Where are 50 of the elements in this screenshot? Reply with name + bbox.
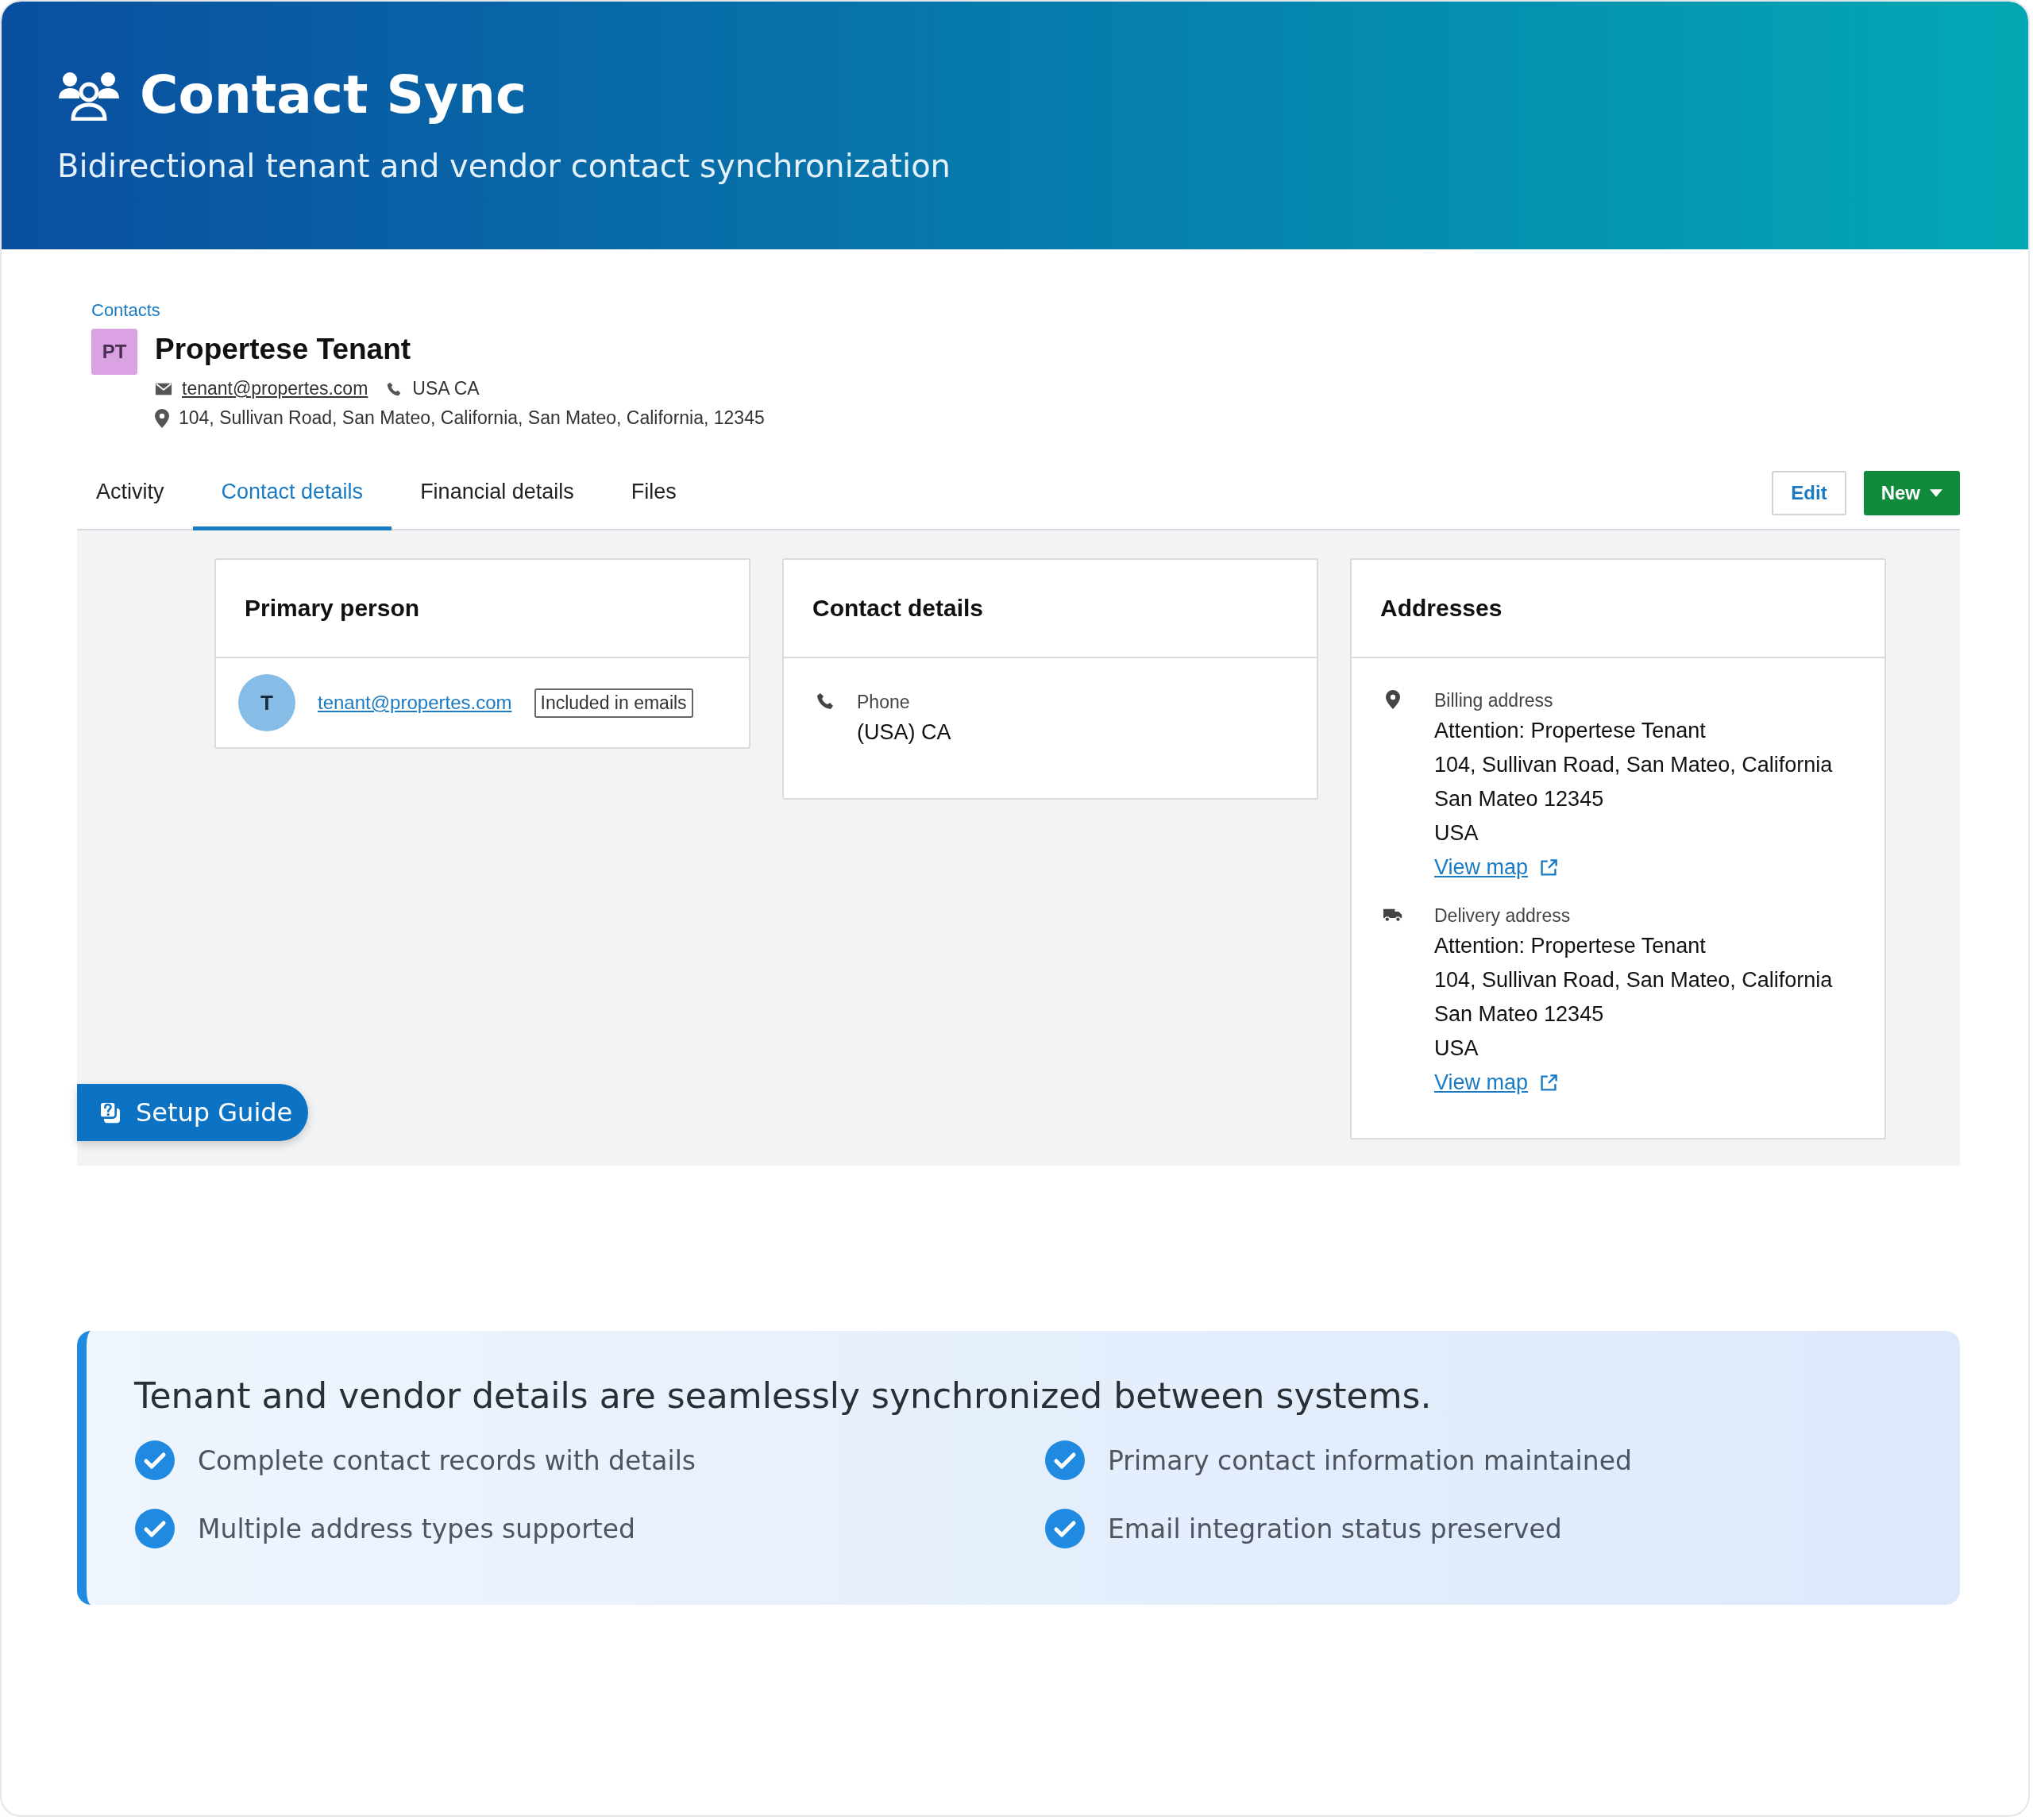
- tab[interactable]: Financial details: [392, 464, 603, 530]
- check-icon: [1044, 1508, 1086, 1549]
- feature-text: Complete contact records with details: [198, 1444, 696, 1476]
- card-title: Addresses: [1380, 595, 1503, 622]
- new-button[interactable]: New: [1863, 471, 1960, 515]
- contact-name: Propertese Tenant: [155, 332, 412, 367]
- address-line: San Mateo 12345: [1434, 1001, 1605, 1028]
- check-icon: [134, 1440, 176, 1481]
- app-subtitle: Bidirectional tenant and vendor contact synchronization: [57, 148, 951, 184]
- address-line: USA: [1434, 820, 1479, 846]
- card-title: Primary person: [245, 595, 420, 622]
- summary-title: Tenant and vendor details are seamlessly synchronized between systems.: [134, 1375, 1433, 1416]
- tab[interactable]: Files: [602, 464, 705, 530]
- view-map-link[interactable]: View map: [1434, 1066, 1529, 1100]
- contact-phone: USA CA: [412, 378, 480, 399]
- address-line: 104, Sullivan Road, San Mateo, California: [1434, 752, 1833, 778]
- external-link-icon: [1539, 1073, 1559, 1093]
- app-title: Contact Sync: [140, 64, 527, 127]
- contact-avatar: PT: [91, 329, 137, 375]
- address-line: Attention: Propertese Tenant: [1434, 933, 1707, 959]
- location-pin-icon: [155, 408, 169, 428]
- setup-guide-button[interactable]: Setup Guide: [77, 1084, 309, 1141]
- view-map-link[interactable]: View map: [1434, 850, 1529, 885]
- address-line: Attention: Propertese Tenant: [1434, 718, 1707, 744]
- caret-icon: [1930, 489, 1942, 497]
- location-pin-icon: [1383, 690, 1402, 709]
- card-title: Contact details: [812, 595, 984, 622]
- address-line: 104, Sullivan Road, San Mateo, California: [1434, 967, 1833, 993]
- address-line: San Mateo 12345: [1434, 786, 1605, 812]
- breadcrumb-link[interactable]: Contacts: [91, 300, 160, 321]
- address-line: USA: [1434, 1035, 1479, 1062]
- external-link-icon: [1539, 858, 1559, 877]
- field-value: (USA) CA: [857, 719, 951, 746]
- field-label: Phone: [857, 691, 911, 714]
- address-label: Delivery address: [1434, 904, 1572, 927]
- feature-text: Primary contact information maintained: [1108, 1444, 1632, 1476]
- people-icon: [57, 70, 121, 121]
- check-icon: [134, 1508, 176, 1549]
- contact-address: 104, Sullivan Road, San Mateo, California, San Mateo, California, 12345: [179, 407, 765, 429]
- address-label: Billing address: [1434, 689, 1554, 712]
- check-icon: [1044, 1440, 1086, 1481]
- phone-icon: [816, 692, 835, 711]
- email-link[interactable]: tenant@propertes.com: [182, 378, 368, 399]
- feature-text: Multiple address types supported: [198, 1513, 636, 1544]
- feature-text: Email integration status preserved: [1108, 1513, 1562, 1544]
- email-status-badge: Included in emails: [534, 688, 693, 718]
- email-link[interactable]: tenant@propertes.com: [318, 692, 512, 714]
- tab[interactable]: Activity: [77, 464, 193, 530]
- edit-button[interactable]: Edit: [1772, 471, 1846, 515]
- person-avatar: T: [238, 674, 295, 731]
